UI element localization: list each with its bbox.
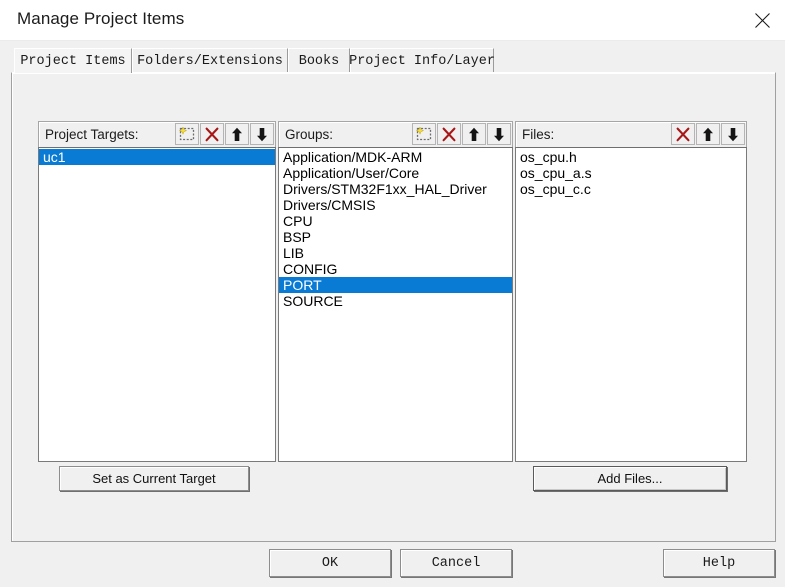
- move-down-icon: [494, 127, 504, 141]
- tab-page-project-items: Set as Current Target Add Files... Proje…: [11, 72, 776, 542]
- ok-button[interactable]: OK: [269, 549, 391, 577]
- move-up-icon: [232, 127, 242, 141]
- project-targets-label: Project Targets:: [45, 127, 139, 142]
- list-item[interactable]: LIB: [279, 245, 512, 261]
- list-item[interactable]: os_cpu_a.s: [516, 165, 746, 181]
- list-item[interactable]: CONFIG: [279, 261, 512, 277]
- list-item[interactable]: SOURCE: [279, 293, 512, 309]
- delete-icon: [676, 127, 690, 141]
- tab-project-items[interactable]: Project Items: [14, 48, 132, 73]
- tab-folders-extensions[interactable]: Folders/Extensions: [132, 48, 288, 73]
- files-delete-button[interactable]: [671, 123, 695, 145]
- list-item[interactable]: Application/User/Core: [279, 165, 512, 181]
- groups-move-up-button[interactable]: [462, 123, 486, 145]
- list-item[interactable]: Drivers/CMSIS: [279, 197, 512, 213]
- dialog-titlebar: Manage Project Items: [0, 0, 785, 41]
- project-targets-new-item-button[interactable]: [175, 123, 199, 145]
- set-as-current-target-button[interactable]: Set as Current Target: [59, 466, 249, 491]
- groups-header: Groups:: [278, 121, 513, 147]
- project-targets-delete-button[interactable]: [200, 123, 224, 145]
- list-item[interactable]: uc1: [39, 149, 275, 165]
- groups-move-down-button[interactable]: [487, 123, 511, 145]
- help-button[interactable]: Help: [663, 549, 775, 577]
- files-move-down-button[interactable]: [721, 123, 745, 145]
- list-item[interactable]: os_cpu.h: [516, 149, 746, 165]
- groups-new-item-button[interactable]: [412, 123, 436, 145]
- move-up-icon: [469, 127, 479, 141]
- dialog-title: Manage Project Items: [17, 9, 185, 28]
- tab-strip: Project Items Folders/Extensions Books Proj…: [11, 48, 785, 73]
- move-down-icon: [257, 127, 267, 141]
- list-item[interactable]: os_cpu_c.c: [516, 181, 746, 197]
- move-up-icon: [703, 127, 713, 141]
- project-targets-header: Project Targets:: [38, 121, 276, 147]
- move-down-icon: [728, 127, 738, 141]
- groups-listbox[interactable]: Application/MDK-ARM Application/User/Core…: [278, 147, 513, 462]
- close-icon: [754, 12, 770, 28]
- project-targets-move-up-button[interactable]: [225, 123, 249, 145]
- cancel-button[interactable]: Cancel: [400, 549, 512, 577]
- delete-icon: [205, 127, 219, 141]
- project-targets-column: Project Targets: uc1: [38, 121, 276, 462]
- groups-label: Groups:: [285, 127, 334, 142]
- manage-project-items-dialog: Manage Project Items Project Items Folder…: [0, 0, 785, 587]
- new-item-icon: [178, 126, 195, 141]
- list-item[interactable]: CPU: [279, 213, 512, 229]
- list-item[interactable]: Drivers/STM32F1xx_HAL_Driver: [279, 181, 512, 197]
- close-button[interactable]: [739, 0, 785, 40]
- list-item[interactable]: Application/MDK-ARM: [279, 149, 512, 165]
- files-listbox[interactable]: os_cpu.h os_cpu_a.s os_cpu_c.c: [515, 147, 747, 462]
- delete-icon: [442, 127, 456, 141]
- list-item[interactable]: PORT: [279, 277, 512, 293]
- tab-books[interactable]: Books: [288, 48, 350, 73]
- groups-delete-button[interactable]: [437, 123, 461, 145]
- files-label: Files:: [522, 127, 555, 142]
- project-targets-listbox[interactable]: uc1: [38, 147, 276, 462]
- tab-project-info-layer[interactable]: Project Info/Layer: [349, 48, 495, 73]
- groups-column: Groups: Application/MDK-ARM Application/Us…: [278, 121, 513, 462]
- add-files-button[interactable]: Add Files...: [533, 466, 727, 491]
- files-column: Files: os_cpu.h os_cpu_a.s os_cpu_c.c: [515, 121, 747, 462]
- project-targets-move-down-button[interactable]: [250, 123, 274, 145]
- new-item-icon: [415, 126, 432, 141]
- files-move-up-button[interactable]: [696, 123, 720, 145]
- list-item[interactable]: BSP: [279, 229, 512, 245]
- files-header: Files:: [515, 121, 747, 147]
